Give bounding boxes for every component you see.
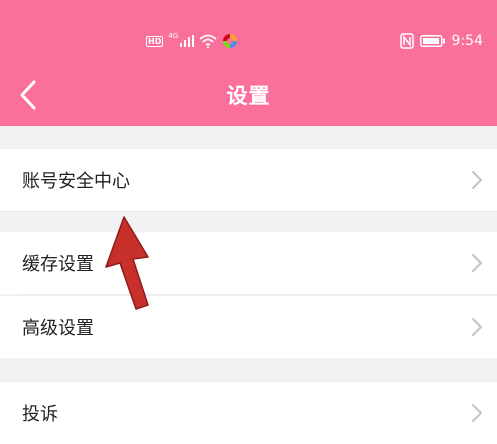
colorful-app-icon (223, 34, 238, 48)
chevron-right-icon (472, 318, 482, 336)
wifi-icon (199, 34, 217, 48)
status-right: 9:54 (399, 32, 483, 50)
navigation-bar: 设置 (0, 64, 497, 126)
nfc-icon (399, 33, 414, 49)
battery-icon (419, 35, 445, 47)
page-title: 设置 (226, 84, 271, 108)
account-security-label: 账号安全中心 (22, 171, 130, 192)
status-bar: HD 4G 9:54 (0, 0, 497, 64)
signal-icon (180, 35, 195, 47)
cache-settings-label: 缓存设置 (22, 254, 94, 275)
complaint-label: 投诉 (22, 404, 58, 425)
advanced-settings-item[interactable]: 高级设置 (0, 296, 497, 358)
status-time: 9:54 (451, 33, 483, 49)
account-security-item[interactable]: 账号安全中心 (0, 149, 497, 212)
divider (22, 294, 497, 295)
chevron-right-icon (472, 254, 482, 272)
network-type-label: 4G (168, 31, 179, 40)
hd-icon: HD (146, 35, 164, 47)
chevron-right-icon (472, 404, 482, 422)
advanced-settings-label: 高级设置 (22, 318, 94, 339)
status-left: HD 4G (146, 32, 238, 50)
complaint-item[interactable]: 投诉 (0, 382, 497, 444)
chevron-right-icon (472, 171, 482, 189)
cache-settings-item[interactable]: 缓存设置 (0, 232, 497, 294)
